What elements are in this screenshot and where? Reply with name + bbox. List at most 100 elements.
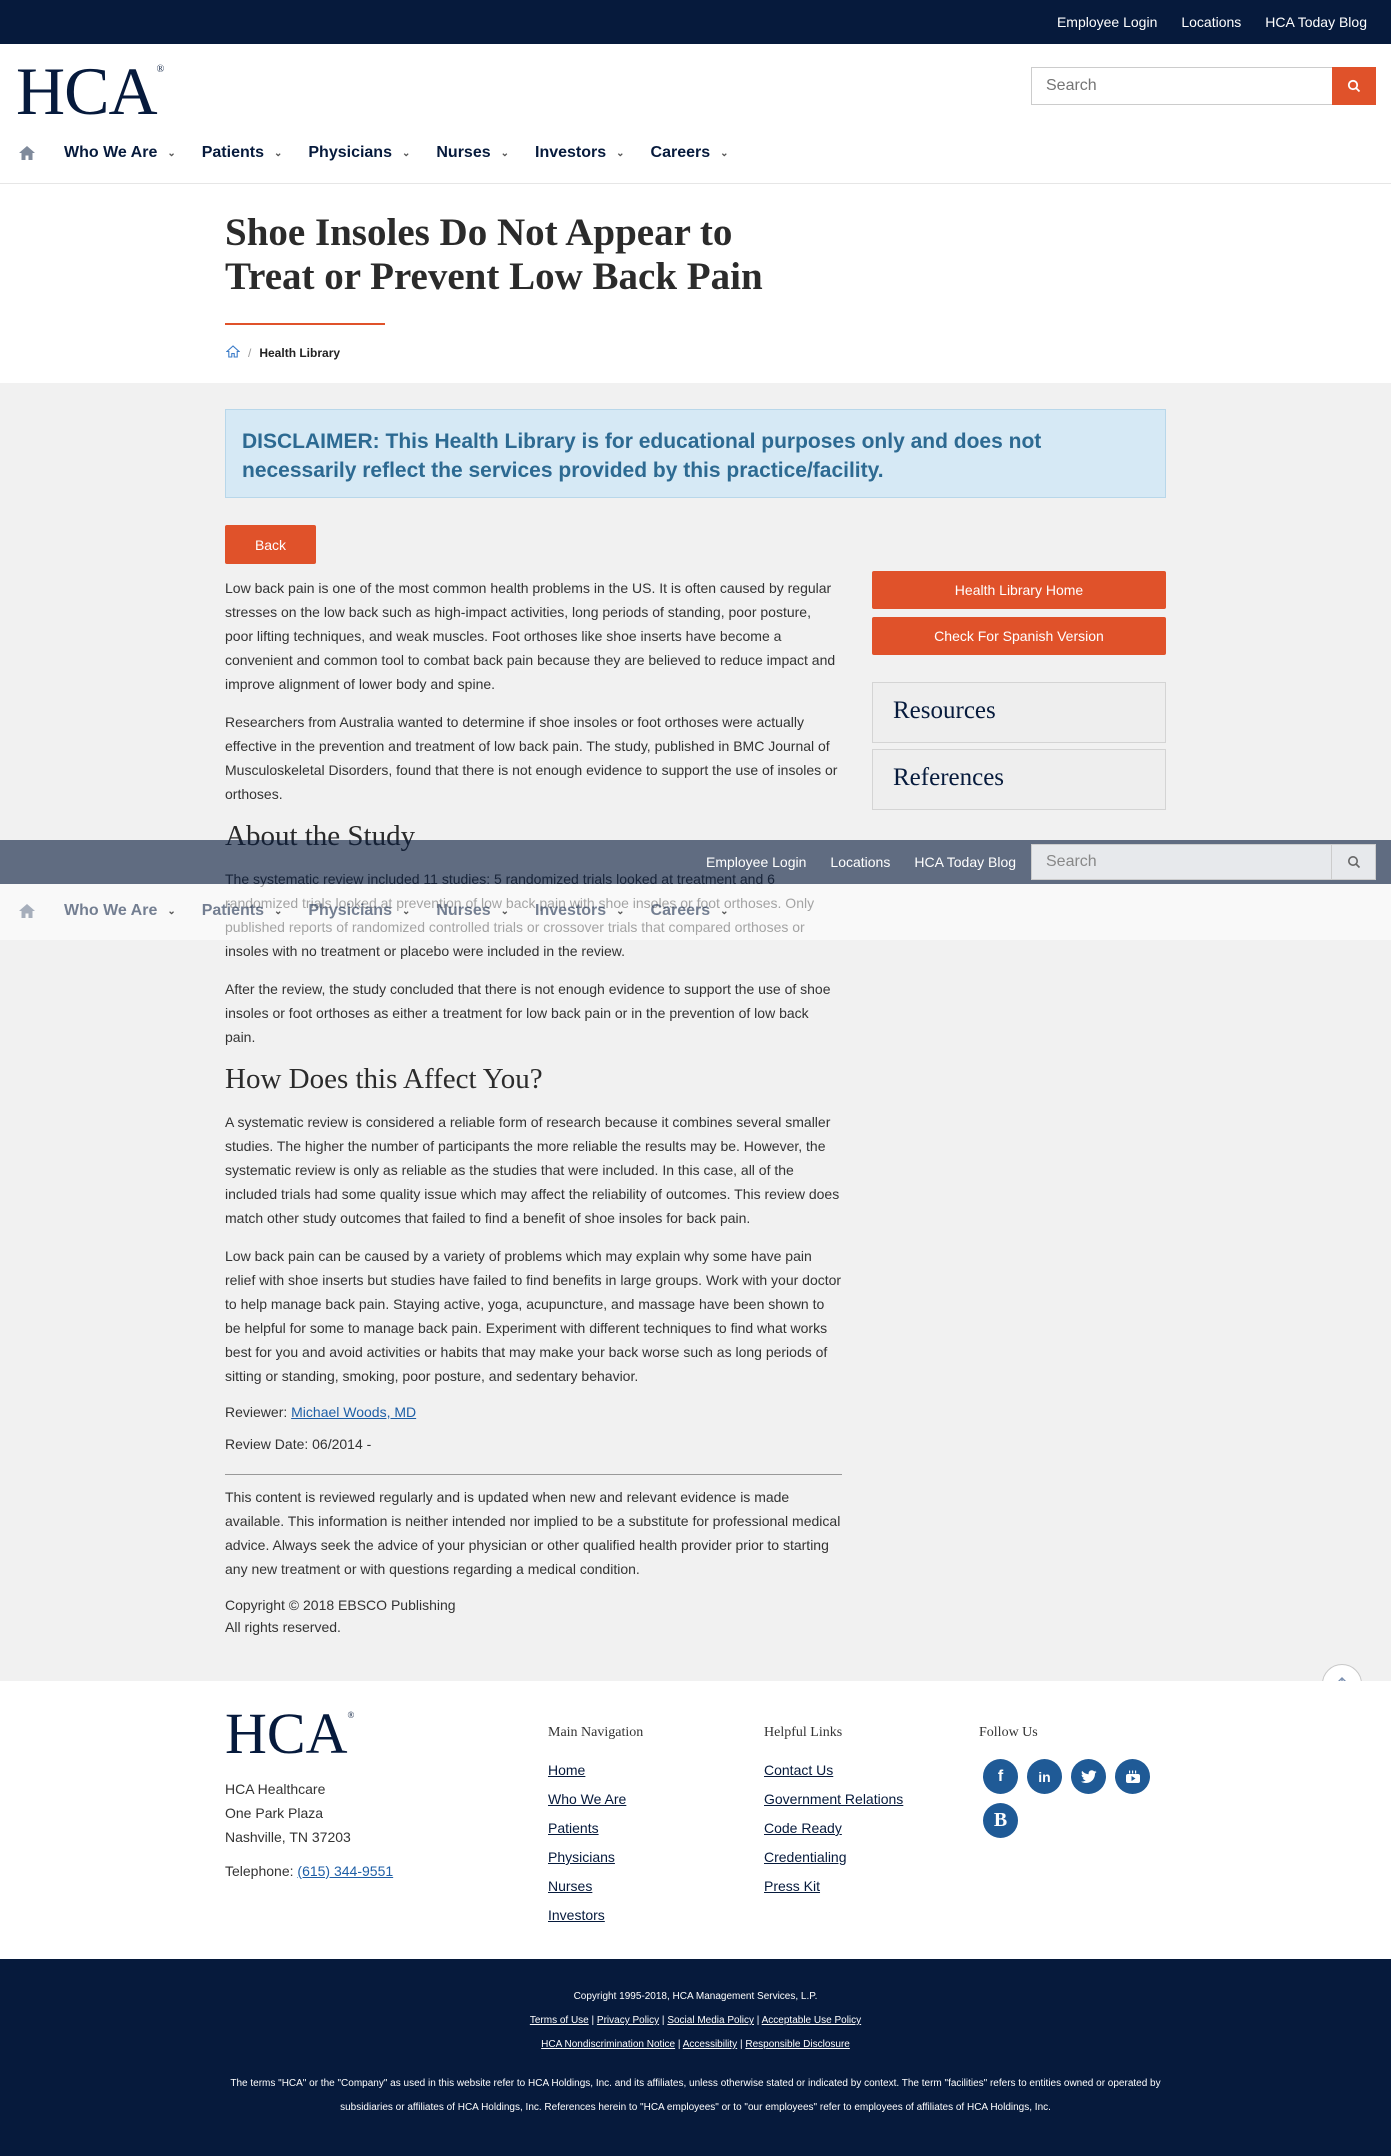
- main-nav: Who We Are ⌄ Patients ⌄ Physicians ⌄ Nurses…: [18, 136, 755, 170]
- article-paragraph: Researchers from Australia wanted to det…: [225, 714, 838, 802]
- acceptable-use-link[interactable]: Acceptable Use Policy: [762, 2015, 862, 2026]
- site-footer: HCA® HCA Healthcare One Park Plaza Nashv…: [0, 1681, 1391, 1959]
- sticky-nav-items: Who We Are ⌄ Patients ⌄ Physicians ⌄ Nurses…: [18, 894, 755, 928]
- article-paragraph: A systematic review is considered a reli…: [225, 1114, 840, 1226]
- legal-footer: Copyright 1995-2018, HCA Management Serv…: [0, 1959, 1391, 2156]
- chevron-down-icon: ⌄: [500, 147, 510, 159]
- locations-link[interactable]: Locations: [1181, 14, 1241, 30]
- article-body: Low back pain is one of the most common …: [225, 576, 842, 1649]
- breadcrumb-current: Health Library: [259, 346, 341, 360]
- review-date: Review Date: 06/2014 -: [225, 1436, 372, 1452]
- sticky-employee-login-link[interactable]: Employee Login: [706, 854, 806, 870]
- today-blog-link[interactable]: HCA Today Blog: [1265, 14, 1367, 30]
- footer-follow-us: Follow Us f in B: [979, 1725, 1163, 1838]
- phone-link[interactable]: (615) 344-9551: [297, 1863, 393, 1879]
- copyright-line: Copyright © 2018 EBSCO Publishing: [225, 1597, 456, 1613]
- footer-heading: Follow Us: [979, 1725, 1038, 1740]
- search-input[interactable]: [1031, 67, 1332, 105]
- breadcrumb: / Health Library: [225, 345, 341, 361]
- home-icon[interactable]: [18, 903, 40, 919]
- back-button[interactable]: Back: [225, 525, 316, 564]
- social-media-policy-link[interactable]: Social Media Policy: [667, 2015, 754, 2026]
- article-divider: [225, 1474, 842, 1475]
- article-paragraph: Low back pain can be caused by a variety…: [225, 1248, 842, 1384]
- article-paragraph: Low back pain is one of the most common …: [225, 580, 836, 692]
- footer-link-government[interactable]: Government Relations: [764, 1790, 903, 1808]
- sticky-search-button[interactable]: [1332, 844, 1376, 880]
- sticky-locations-link[interactable]: Locations: [830, 854, 890, 870]
- disclaimer-text: DISCLAIMER: This Health Library is for e…: [242, 430, 1042, 482]
- chevron-down-icon: ⌄: [616, 147, 625, 159]
- nav-careers[interactable]: Careers ⌄: [651, 144, 729, 162]
- chevron-down-icon: ⌄: [401, 905, 411, 917]
- responsible-disclosure-link[interactable]: Responsible Disclosure: [745, 2039, 850, 2050]
- health-library-home-button[interactable]: Health Library Home: [872, 571, 1166, 609]
- site-header: HCA® Who We Are⌄ Patients⌄ Physicians⌄ N…: [0, 44, 1391, 184]
- legal-links-row-2: HCA Nondiscrimination Notice | Accessibi…: [541, 2039, 850, 2050]
- linkedin-icon[interactable]: in: [1027, 1759, 1062, 1794]
- footer-phone: Telephone: (615) 344-9551: [225, 1863, 394, 1879]
- search-icon: [1347, 856, 1360, 869]
- sticky-today-blog-link[interactable]: HCA Today Blog: [914, 854, 1016, 870]
- resources-panel[interactable]: Resources: [872, 682, 1166, 743]
- section-heading-affect: How Does this Affect You?: [225, 1063, 543, 1095]
- privacy-link[interactable]: Privacy Policy: [597, 2015, 659, 2026]
- accessibility-link[interactable]: Accessibility: [683, 2039, 737, 2050]
- hca-logo[interactable]: HCA®: [16, 52, 164, 131]
- facebook-icon[interactable]: f: [983, 1759, 1018, 1794]
- employee-login-link[interactable]: Employee Login: [1057, 14, 1157, 30]
- nav-investors[interactable]: Investors ⌄: [535, 144, 625, 162]
- sticky-nav-nurses[interactable]: Nurses ⌄: [436, 902, 509, 920]
- nav-physicians[interactable]: Physicians ⌄: [308, 144, 410, 162]
- chevron-down-icon: ⌄: [500, 905, 510, 917]
- footer-logo[interactable]: HCA®: [225, 1700, 354, 1767]
- sticky-nav-careers[interactable]: Careers ⌄: [651, 902, 729, 920]
- utility-bar: Employee Login Locations HCA Today Blog: [0, 0, 1391, 44]
- footer-link-who-we-are[interactable]: Who We Are: [548, 1790, 643, 1808]
- footer-link-investors[interactable]: Investors: [548, 1906, 643, 1924]
- footer-link-press-kit[interactable]: Press Kit: [764, 1877, 903, 1895]
- sticky-search-input[interactable]: Search: [1031, 844, 1332, 880]
- terms-link[interactable]: Terms of Use: [530, 2015, 589, 2026]
- page-title: Shoe Insoles Do Not Appear to Treat or P…: [225, 211, 763, 298]
- reviewer-link[interactable]: Michael Woods, MD: [291, 1404, 416, 1420]
- sticky-nav-investors[interactable]: Investors ⌄: [535, 902, 625, 920]
- search-box: [1031, 67, 1376, 105]
- footer-link-home[interactable]: Home: [548, 1761, 643, 1779]
- title-divider: [225, 323, 385, 325]
- chevron-down-icon: ⌄: [720, 905, 729, 917]
- home-icon[interactable]: [18, 145, 40, 161]
- sticky-nav-physicians[interactable]: Physicians ⌄: [308, 902, 410, 920]
- chevron-down-icon: ⌄: [167, 905, 176, 917]
- breadcrumb-separator: /: [248, 346, 252, 360]
- footer-link-physicians[interactable]: Physicians: [548, 1848, 643, 1866]
- twitter-icon[interactable]: [1071, 1759, 1106, 1794]
- legal-copyright: Copyright 1995-2018, HCA Management Serv…: [573, 1991, 818, 2002]
- nondiscrimination-link[interactable]: HCA Nondiscrimination Notice: [541, 2039, 675, 2050]
- footer-link-credentialing[interactable]: Credentialing: [764, 1848, 903, 1866]
- chevron-down-icon: ⌄: [273, 905, 283, 917]
- nav-who-we-are[interactable]: Who We Are ⌄: [64, 144, 176, 162]
- title-area: Shoe Insoles Do Not Appear to Treat or P…: [0, 185, 1391, 383]
- footer-link-patients[interactable]: Patients: [548, 1819, 643, 1837]
- nav-patients[interactable]: Patients ⌄: [202, 144, 283, 162]
- references-panel[interactable]: References: [872, 749, 1166, 810]
- footer-link-nurses[interactable]: Nurses: [548, 1877, 643, 1895]
- footer-helpful-links: Helpful Links Contact Us Government Rela…: [764, 1725, 903, 1906]
- chevron-down-icon: ⌄: [720, 147, 729, 159]
- footer-link-code-ready[interactable]: Code Ready: [764, 1819, 903, 1837]
- youtube-icon[interactable]: [1115, 1759, 1150, 1794]
- spanish-version-button[interactable]: Check For Spanish Version: [872, 617, 1166, 655]
- review-note: This content is reviewed regularly and i…: [225, 1489, 841, 1577]
- reviewer: Reviewer: Michael Woods, MD: [225, 1404, 417, 1420]
- footer-link-contact[interactable]: Contact Us: [764, 1761, 903, 1779]
- blog-icon[interactable]: B: [983, 1803, 1018, 1838]
- article-paragraph: After the review, the study concluded th…: [225, 981, 831, 1045]
- nav-nurses[interactable]: Nurses ⌄: [436, 144, 509, 162]
- chevron-down-icon: ⌄: [616, 905, 625, 917]
- breadcrumb-home-icon[interactable]: [225, 345, 241, 361]
- search-button[interactable]: [1332, 67, 1376, 105]
- sticky-nav-patients[interactable]: Patients ⌄: [202, 902, 283, 920]
- sticky-main-nav: Who We Are ⌄ Patients ⌄ Physicians ⌄ Nurses…: [0, 884, 1391, 940]
- sticky-nav-who-we-are[interactable]: Who We Are ⌄: [64, 902, 176, 920]
